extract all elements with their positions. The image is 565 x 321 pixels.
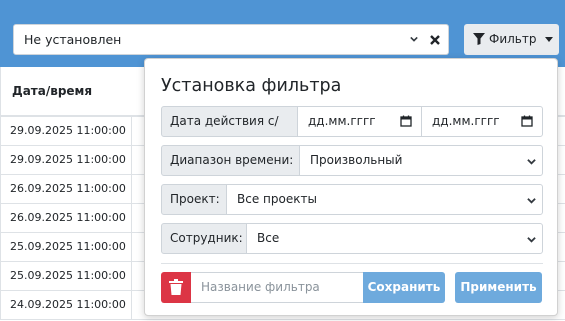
table-border — [0, 291, 1, 320]
table-border — [0, 67, 1, 117]
caret-down-icon — [545, 37, 553, 42]
employee-label: Сотрудник: — [161, 223, 247, 254]
employee-value: Все — [257, 231, 280, 245]
table-border — [0, 204, 1, 233]
chevron-down-icon — [527, 198, 536, 204]
table-border — [131, 204, 132, 233]
employee-group: Сотрудник: Все — [161, 223, 543, 254]
filter-panel: Установка фильтра Дата действия с/по: дд… — [144, 58, 558, 316]
close-icon — [430, 35, 440, 45]
filter-panel-title: Установка фильтра — [161, 76, 342, 96]
filter-button-label: Фильтр — [489, 32, 537, 46]
time-range-group: Диапазон времени: Произвольный — [161, 145, 543, 176]
table-border — [0, 175, 1, 204]
table-border — [0, 117, 1, 146]
time-range-select[interactable]: Произвольный — [299, 145, 543, 176]
filter-name-input[interactable]: Название фильтра — [191, 272, 364, 303]
row-datetime: 29.09.2025 11:00:00 — [10, 153, 126, 166]
row-datetime: 26.09.2025 11:00:00 — [10, 182, 126, 195]
employee-select[interactable]: Все — [246, 223, 543, 254]
apply-button[interactable]: Применить — [455, 272, 542, 303]
filter-select-value: Не установлен — [24, 32, 122, 47]
date-to-input[interactable]: дд.мм.гггг — [421, 106, 543, 137]
filter-select[interactable]: Не установлен — [13, 24, 423, 55]
date-to-placeholder: дд.мм.гггг — [432, 114, 500, 128]
project-select[interactable]: Все проекты — [226, 184, 543, 215]
funnel-icon — [473, 33, 485, 45]
row-datetime: 24.09.2025 11:00:00 — [10, 298, 126, 311]
table-border — [131, 175, 132, 204]
delete-filter-button[interactable] — [161, 272, 191, 303]
calendar-icon — [400, 115, 412, 127]
chevron-down-icon — [527, 159, 536, 165]
filter-name-placeholder: Название фильтра — [201, 280, 320, 294]
panel-divider — [161, 263, 543, 264]
save-button[interactable]: Сохранить — [363, 272, 445, 303]
table-border — [0, 146, 1, 175]
date-range-label: Дата действия с/по: — [161, 106, 298, 157]
date-range-group: Дата действия с/по: дд.мм.гггг дд.мм.ггг… — [161, 106, 543, 157]
filter-dropdown-button[interactable]: Фильтр — [464, 24, 559, 55]
table-border — [131, 291, 132, 320]
row-datetime: 25.09.2025 11:00:00 — [10, 269, 126, 282]
date-from-placeholder: дд.мм.гггг — [308, 114, 376, 128]
time-range-value: Произвольный — [310, 153, 403, 167]
time-range-label: Диапазон времени: — [161, 145, 300, 176]
table-border — [131, 262, 132, 291]
chevron-down-icon — [527, 237, 536, 243]
project-label: Проект: — [161, 184, 227, 215]
row-datetime: 29.09.2025 11:00:00 — [10, 124, 126, 137]
table-border — [131, 146, 132, 175]
project-value: Все проекты — [237, 192, 317, 206]
table-border — [131, 117, 132, 146]
column-header-datetime: Дата/время — [12, 84, 93, 98]
table-border — [0, 233, 1, 262]
project-group: Проект: Все проекты — [161, 184, 543, 215]
top-toolbar: Не установлен Фильтр — [0, 0, 565, 67]
row-datetime: 25.09.2025 11:00:00 — [10, 240, 126, 253]
date-from-input[interactable]: дд.мм.гггг — [297, 106, 422, 137]
chevron-down-icon — [410, 36, 418, 42]
trash-icon — [169, 279, 183, 295]
table-border — [0, 262, 1, 291]
calendar-icon — [521, 115, 533, 127]
row-datetime: 26.09.2025 11:00:00 — [10, 211, 126, 224]
clear-filter-button[interactable] — [422, 24, 449, 55]
table-border — [131, 233, 132, 262]
